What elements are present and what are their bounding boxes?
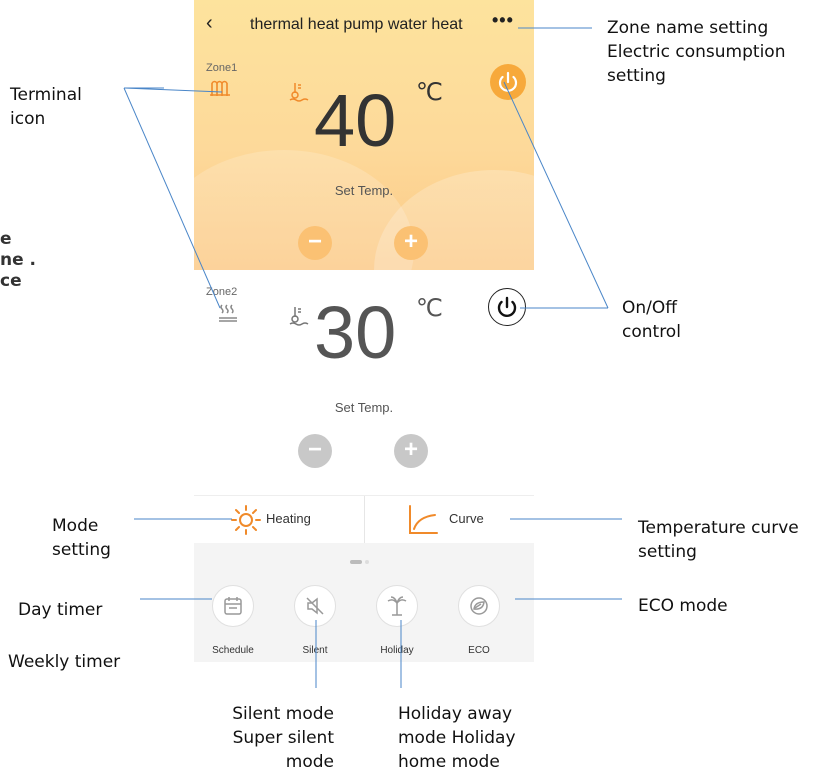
schedule-label: Schedule [212,645,254,656]
annotation-silent: Silent mode Super silent mode [232,704,334,772]
zone1-decrease-button[interactable]: − [298,226,332,260]
annotation-mode: Mode setting [52,516,111,560]
annotation-day-timer: Day timer [18,600,103,620]
annotation-holiday: Holiday away mode Holiday home mode [398,704,516,772]
cropped-text-fragment: ne . [0,250,37,270]
annotation-terminal: Terminal icon [10,85,82,129]
curve-label: Curve [449,511,484,526]
annotation-zone-name: Zone name setting Electric consumption s… [607,18,786,86]
schedule-button[interactable]: Schedule [198,585,268,656]
annotation-weekly-timer: Weekly timer [8,652,121,672]
zone2-label: Zone2 [206,286,238,298]
sun-icon [231,505,261,535]
eco-button[interactable]: ECO [444,585,514,656]
power-icon [497,296,517,317]
annotation-curve: Temperature curve setting [638,518,799,562]
zone2-panel: Zone2 30 ℃ Set Temp. − + [194,270,534,495]
annotation-eco: ECO mode [638,596,728,616]
cropped-text-fragment: e [0,229,12,249]
curve-button[interactable]: Curve [365,496,534,544]
silent-button[interactable]: Silent [280,585,350,656]
zone1-unit: ℃ [416,79,443,106]
page-indicator [350,551,369,569]
annotation-onoff: On/Off control [622,298,681,342]
zone2-unit: ℃ [416,295,443,322]
zone2-temperature: 30 [314,291,397,374]
cropped-text-fragment: ce [0,271,22,291]
zone2-decrease-button[interactable]: − [298,434,332,468]
eco-label: ECO [468,645,490,656]
mode-bar: Heating Curve [194,495,534,545]
device-title: thermal heat pump water heat [250,16,463,33]
palm-tree-icon [387,596,407,616]
zone2-power-button[interactable] [488,288,526,326]
curve-icon [409,505,438,534]
holiday-label: Holiday [380,645,414,656]
chevron-left-icon[interactable]: ‹ [206,12,213,35]
zone1-increase-button[interactable]: + [394,226,428,260]
feature-panel: Schedule Silent Holiday ECO [194,543,534,662]
radiator-terminal-icon [210,80,230,96]
thermometer-icon [289,83,309,102]
zone2-set-temp-label: Set Temp. [334,400,394,415]
zone1-temperature: 40 [314,79,397,162]
top-bar: ‹ thermal heat pump water heat ••• [194,10,534,42]
thermometer-icon [289,307,309,326]
floor-heating-terminal-icon [219,304,237,322]
zone2-increase-button[interactable]: + [394,434,428,468]
mode-label: Heating [266,511,311,526]
zone1-set-temp-label: Set Temp. [334,183,394,198]
speaker-mute-icon [306,597,324,615]
silent-label: Silent [302,645,328,656]
calendar-icon [224,597,242,615]
zone1-label: Zone1 [206,62,238,74]
more-horizontal-icon[interactable]: ••• [492,10,514,31]
holiday-button[interactable]: Holiday [362,585,432,656]
eco-leaf-icon [470,597,488,615]
zone1-panel: ‹ thermal heat pump water heat ••• Zone1… [194,0,534,270]
zone1-power-button[interactable] [490,64,526,100]
app-screen: ‹ thermal heat pump water heat ••• Zone1… [194,0,534,662]
mode-button[interactable]: Heating [194,496,364,544]
power-icon [498,71,518,92]
